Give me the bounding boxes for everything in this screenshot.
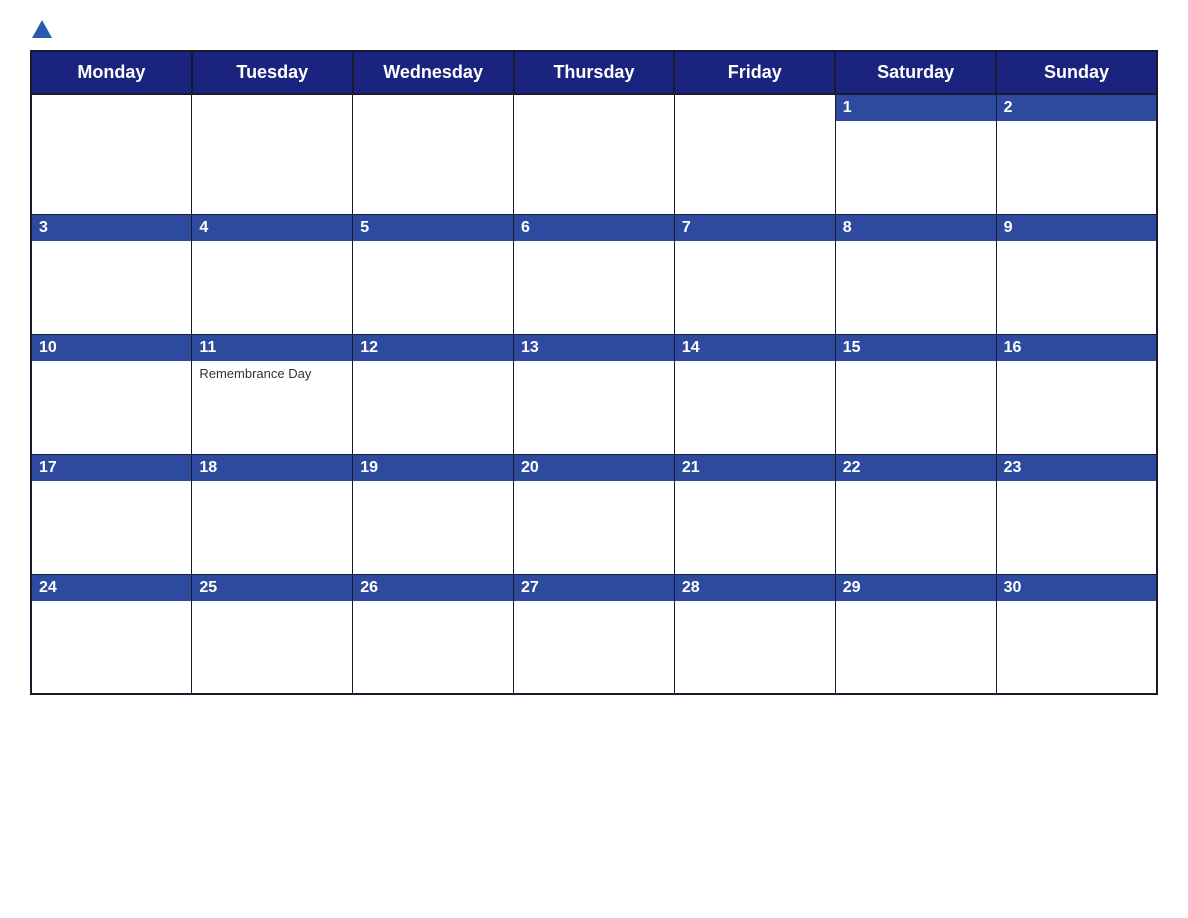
calendar-cell: 4 bbox=[192, 214, 353, 334]
day-number: 29 bbox=[836, 575, 996, 601]
calendar-week-5: 24252627282930 bbox=[31, 574, 1157, 694]
calendar-cell: 16 bbox=[996, 334, 1157, 454]
calendar-cell: 23 bbox=[996, 454, 1157, 574]
calendar-cell: 21 bbox=[674, 454, 835, 574]
day-number: 5 bbox=[353, 215, 513, 241]
day-number: 13 bbox=[514, 335, 674, 361]
calendar-week-3: 1011Remembrance Day1213141516 bbox=[31, 334, 1157, 454]
calendar-cell: 3 bbox=[31, 214, 192, 334]
calendar-cell: 26 bbox=[353, 574, 514, 694]
day-number: 8 bbox=[836, 215, 996, 241]
calendar-cell: 11Remembrance Day bbox=[192, 334, 353, 454]
day-number: 2 bbox=[997, 95, 1156, 121]
calendar-cell: 15 bbox=[835, 334, 996, 454]
day-number: 19 bbox=[353, 455, 513, 481]
day-number: 14 bbox=[675, 335, 835, 361]
calendar-cell: 1 bbox=[835, 94, 996, 214]
day-header-saturday: Saturday bbox=[835, 51, 996, 94]
holiday-label: Remembrance Day bbox=[192, 361, 352, 386]
calendar-cell: 30 bbox=[996, 574, 1157, 694]
calendar-table: MondayTuesdayWednesdayThursdayFridaySatu… bbox=[30, 50, 1158, 695]
page-header bbox=[30, 20, 1158, 40]
calendar-cell: 22 bbox=[835, 454, 996, 574]
calendar-cell bbox=[674, 94, 835, 214]
day-number: 30 bbox=[997, 575, 1156, 601]
day-number: 28 bbox=[675, 575, 835, 601]
calendar-cell: 7 bbox=[674, 214, 835, 334]
day-number: 18 bbox=[192, 455, 352, 481]
calendar-week-4: 17181920212223 bbox=[31, 454, 1157, 574]
day-number: 20 bbox=[514, 455, 674, 481]
day-number: 4 bbox=[192, 215, 352, 241]
logo bbox=[30, 20, 52, 40]
calendar-cell: 28 bbox=[674, 574, 835, 694]
calendar-cell bbox=[192, 94, 353, 214]
calendar-cell: 24 bbox=[31, 574, 192, 694]
day-number: 27 bbox=[514, 575, 674, 601]
day-number: 11 bbox=[192, 335, 352, 361]
calendar-week-1: 12 bbox=[31, 94, 1157, 214]
calendar-cell: 17 bbox=[31, 454, 192, 574]
day-number: 10 bbox=[32, 335, 191, 361]
day-header-wednesday: Wednesday bbox=[353, 51, 514, 94]
day-number: 22 bbox=[836, 455, 996, 481]
day-header-thursday: Thursday bbox=[514, 51, 675, 94]
day-header-monday: Monday bbox=[31, 51, 192, 94]
calendar-cell: 5 bbox=[353, 214, 514, 334]
day-number: 1 bbox=[836, 95, 996, 121]
day-number: 25 bbox=[192, 575, 352, 601]
day-number: 7 bbox=[675, 215, 835, 241]
calendar-cell bbox=[31, 94, 192, 214]
calendar-cell: 10 bbox=[31, 334, 192, 454]
day-header-friday: Friday bbox=[674, 51, 835, 94]
calendar-cell bbox=[514, 94, 675, 214]
calendar-week-2: 3456789 bbox=[31, 214, 1157, 334]
day-number: 26 bbox=[353, 575, 513, 601]
day-number: 12 bbox=[353, 335, 513, 361]
calendar-cell: 6 bbox=[514, 214, 675, 334]
day-number: 9 bbox=[997, 215, 1156, 241]
day-number: 6 bbox=[514, 215, 674, 241]
logo-triangle-icon bbox=[32, 20, 52, 38]
calendar-cell: 9 bbox=[996, 214, 1157, 334]
calendar-cell: 12 bbox=[353, 334, 514, 454]
calendar-cell: 27 bbox=[514, 574, 675, 694]
calendar-cell bbox=[353, 94, 514, 214]
calendar-cell: 25 bbox=[192, 574, 353, 694]
day-number: 23 bbox=[997, 455, 1156, 481]
day-headers-row: MondayTuesdayWednesdayThursdayFridaySatu… bbox=[31, 51, 1157, 94]
calendar-cell: 20 bbox=[514, 454, 675, 574]
calendar-cell: 2 bbox=[996, 94, 1157, 214]
day-number: 16 bbox=[997, 335, 1156, 361]
day-number: 15 bbox=[836, 335, 996, 361]
day-number: 17 bbox=[32, 455, 191, 481]
day-number: 3 bbox=[32, 215, 191, 241]
calendar-cell: 8 bbox=[835, 214, 996, 334]
day-number: 24 bbox=[32, 575, 191, 601]
calendar-cell: 29 bbox=[835, 574, 996, 694]
day-header-tuesday: Tuesday bbox=[192, 51, 353, 94]
calendar-cell: 18 bbox=[192, 454, 353, 574]
calendar-cell: 19 bbox=[353, 454, 514, 574]
day-number: 21 bbox=[675, 455, 835, 481]
calendar-cell: 13 bbox=[514, 334, 675, 454]
calendar-cell: 14 bbox=[674, 334, 835, 454]
day-header-sunday: Sunday bbox=[996, 51, 1157, 94]
